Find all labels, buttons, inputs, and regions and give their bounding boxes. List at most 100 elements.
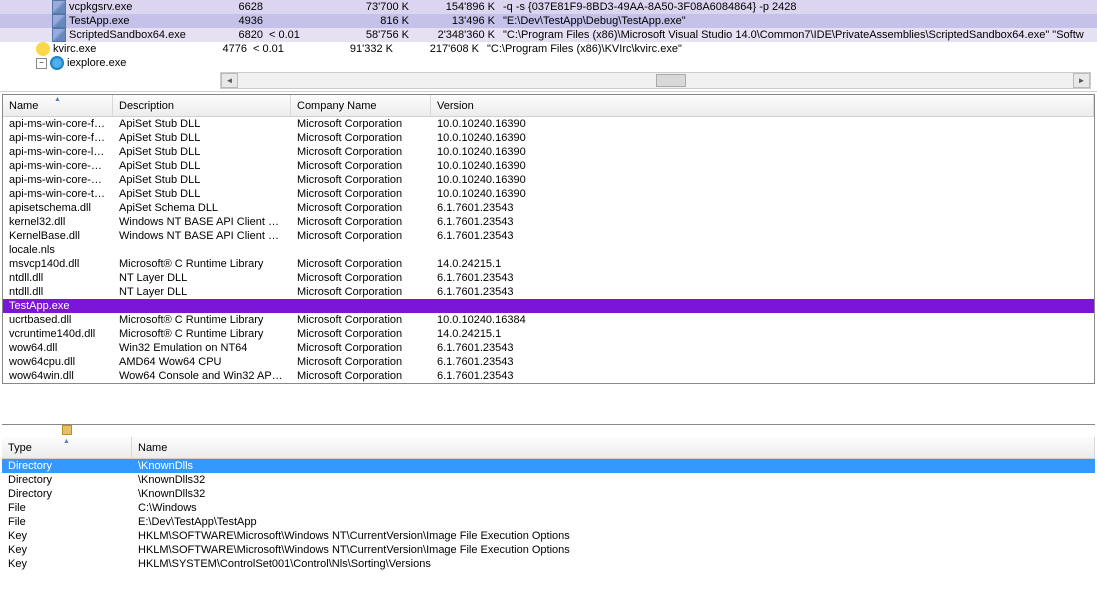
dll-row[interactable]: api-ms-win-core-file-l...ApiSet Stub DLL… <box>3 131 1094 145</box>
dll-company: Microsoft Corporation <box>291 342 431 354</box>
dll-company: Microsoft Corporation <box>291 132 431 144</box>
scroll-thumb[interactable] <box>656 74 686 87</box>
dll-row[interactable]: msvcp140d.dllMicrosoft® C Runtime Librar… <box>3 257 1094 271</box>
dll-description: Windows NT BASE API Client DLL <box>113 216 291 228</box>
dll-row[interactable]: ntdll.dllNT Layer DLLMicrosoft Corporati… <box>3 285 1094 299</box>
dll-row[interactable]: apisetschema.dllApiSet Schema DLLMicroso… <box>3 201 1094 215</box>
process-tree-panel[interactable]: vcpkgsrv.exe662873'700 K154'896 K-q -s {… <box>0 0 1097 92</box>
handle-type: Key <box>2 558 132 570</box>
process-working-set: 217'608 K <box>403 43 483 55</box>
process-command-line: "C:\Program Files (x86)\Microsoft Visual… <box>499 29 1097 41</box>
dll-description: ApiSet Stub DLL <box>113 118 291 130</box>
dll-row[interactable]: api-ms-win-core-time...ApiSet Stub DLLMi… <box>3 187 1094 201</box>
handle-row[interactable]: KeyHKLM\SYSTEM\ControlSet001\Control\Nls… <box>2 557 1095 571</box>
process-name: vcpkgsrv.exe <box>69 1 219 13</box>
process-name: kvirc.exe <box>53 43 203 55</box>
dll-company: Microsoft Corporation <box>291 146 431 158</box>
dll-name: ucrtbased.dll <box>3 314 113 326</box>
dll-row[interactable]: api-ms-win-core-file-l...ApiSet Stub DLL… <box>3 117 1094 131</box>
handle-type: Directory <box>2 460 132 472</box>
sort-asc-icon: ▲ <box>54 96 61 103</box>
dll-row[interactable]: locale.nls <box>3 243 1094 257</box>
dll-version: 10.0.10240.16390 <box>431 132 631 144</box>
dll-row[interactable]: TestApp.exe <box>3 299 1094 313</box>
column-header-description[interactable]: Description <box>113 95 291 116</box>
dll-name: ntdll.dll <box>3 286 113 298</box>
process-row[interactable]: − iexplore.exe <box>0 56 1097 70</box>
process-private-bytes: 816 K <box>319 15 419 27</box>
dll-version: 6.1.7601.23543 <box>431 286 631 298</box>
dll-name: api-ms-win-core-pro... <box>3 160 113 172</box>
scroll-right-button[interactable]: ► <box>1073 73 1090 88</box>
dll-list-header[interactable]: ▲ Name Description Company Name Version <box>3 95 1094 117</box>
dll-row[interactable]: ucrtbased.dllMicrosoft® C Runtime Librar… <box>3 313 1094 327</box>
process-row[interactable]: ScriptedSandbox64.exe6820< 0.0158'756 K2… <box>0 28 1097 42</box>
dll-name: apisetschema.dll <box>3 202 113 214</box>
column-header-company[interactable]: Company Name <box>291 95 431 116</box>
dll-company: Microsoft Corporation <box>291 314 431 326</box>
handle-row[interactable]: Directory\KnownDlls32 <box>2 487 1095 501</box>
handles-list-header[interactable]: ▲ Type Name <box>2 437 1095 459</box>
handle-row[interactable]: KeyHKLM\SOFTWARE\Microsoft\Windows NT\Cu… <box>2 543 1095 557</box>
dll-row[interactable]: wow64cpu.dllAMD64 Wow64 CPUMicrosoft Cor… <box>3 355 1094 369</box>
handle-row[interactable]: Directory\KnownDlls <box>2 459 1095 473</box>
column-header-type[interactable]: ▲ Type <box>2 437 132 458</box>
process-icon <box>52 28 66 42</box>
handle-name: E:\Dev\TestApp\TestApp <box>132 516 1095 528</box>
dll-description: Wow64 Console and Win32 API L... <box>113 370 291 382</box>
dll-version: 6.1.7601.23543 <box>431 202 631 214</box>
handle-row[interactable]: KeyHKLM\SOFTWARE\Microsoft\Windows NT\Cu… <box>2 529 1095 543</box>
dll-row[interactable]: KernelBase.dllWindows NT BASE API Client… <box>3 229 1094 243</box>
horizontal-scrollbar[interactable]: ◄ ► <box>220 72 1091 89</box>
handles-list-body[interactable]: Directory\KnownDllsDirectory\KnownDlls32… <box>2 459 1095 571</box>
process-row[interactable]: kvirc.exe4776< 0.0191'332 K217'608 K"C:\… <box>0 42 1097 56</box>
process-command-line: "E:\Dev\TestApp\Debug\TestApp.exe" <box>499 15 1097 27</box>
dll-company: Microsoft Corporation <box>291 272 431 284</box>
process-row[interactable]: vcpkgsrv.exe662873'700 K154'896 K-q -s {… <box>0 0 1097 14</box>
dll-version: 10.0.10240.16390 <box>431 188 631 200</box>
dll-name: msvcp140d.dll <box>3 258 113 270</box>
dll-row[interactable]: vcruntime140d.dllMicrosoft® C Runtime Li… <box>3 327 1094 341</box>
dll-name: wow64cpu.dll <box>3 356 113 368</box>
dll-version: 10.0.10240.16384 <box>431 314 631 326</box>
dll-name: api-ms-win-core-syn... <box>3 174 113 186</box>
handle-type: Directory <box>2 488 132 500</box>
process-icon <box>36 42 50 56</box>
dll-name: wow64win.dll <box>3 370 113 382</box>
dll-list-body[interactable]: api-ms-win-core-file-l...ApiSet Stub DLL… <box>3 117 1094 383</box>
handle-row[interactable]: Directory\KnownDlls32 <box>2 473 1095 487</box>
sort-asc-icon: ▲ <box>63 438 70 445</box>
dll-row[interactable]: api-ms-win-core-syn...ApiSet Stub DLLMic… <box>3 173 1094 187</box>
scroll-left-button[interactable]: ◄ <box>221 73 238 88</box>
dll-version: 10.0.10240.16390 <box>431 174 631 186</box>
handle-row[interactable]: FileE:\Dev\TestApp\TestApp <box>2 515 1095 529</box>
dll-version: 6.1.7601.23543 <box>431 230 631 242</box>
dll-name: api-ms-win-core-loc... <box>3 146 113 158</box>
process-working-set: 2'348'360 K <box>419 29 499 41</box>
process-icon <box>52 0 66 14</box>
dll-row[interactable]: wow64win.dllWow64 Console and Win32 API … <box>3 369 1094 383</box>
process-working-set: 154'896 K <box>419 1 499 13</box>
dll-description: NT Layer DLL <box>113 286 291 298</box>
dll-row[interactable]: api-ms-win-core-loc...ApiSet Stub DLLMic… <box>3 145 1094 159</box>
handle-row[interactable]: FileC:\Windows <box>2 501 1095 515</box>
dll-name: api-ms-win-core-file-l... <box>3 132 113 144</box>
process-name: iexplore.exe <box>67 57 217 69</box>
dll-row[interactable]: kernel32.dllWindows NT BASE API Client D… <box>3 215 1094 229</box>
tree-expand-button[interactable]: − <box>36 58 47 69</box>
dll-row[interactable]: ntdll.dllNT Layer DLLMicrosoft Corporati… <box>3 271 1094 285</box>
process-command-line: "C:\Program Files (x86)\KVIrc\kvirc.exe" <box>483 43 1097 55</box>
process-private-bytes: 58'756 K <box>319 29 419 41</box>
column-header-hname[interactable]: Name <box>132 437 1095 458</box>
dll-list-panel[interactable]: ▲ Name Description Company Name Version … <box>2 94 1095 384</box>
process-row[interactable]: TestApp.exe4936816 K13'496 K"E:\Dev\Test… <box>0 14 1097 28</box>
dll-description: Microsoft® C Runtime Library <box>113 314 291 326</box>
dll-row[interactable]: wow64.dllWin32 Emulation on NT64Microsof… <box>3 341 1094 355</box>
dll-row[interactable]: api-ms-win-core-pro...ApiSet Stub DLLMic… <box>3 159 1094 173</box>
dll-name: api-ms-win-core-time... <box>3 188 113 200</box>
dll-version: 6.1.7601.23543 <box>431 272 631 284</box>
column-header-version[interactable]: Version <box>431 95 1094 116</box>
handle-name: HKLM\SOFTWARE\Microsoft\Windows NT\Curre… <box>132 530 1095 542</box>
handles-panel[interactable]: ▲ Type Name Directory\KnownDllsDirectory… <box>2 424 1095 571</box>
column-header-name[interactable]: ▲ Name <box>3 95 113 116</box>
